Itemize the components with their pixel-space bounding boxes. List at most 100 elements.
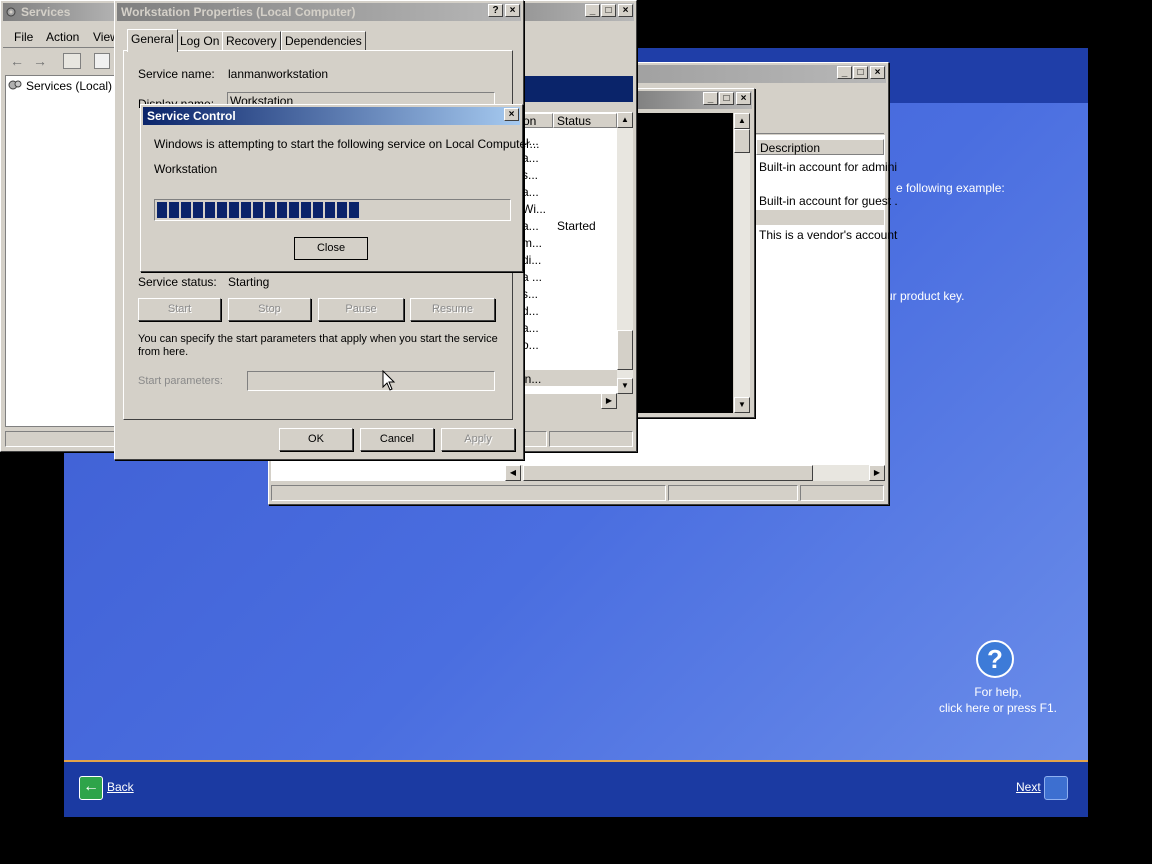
description-header[interactable]: Description — [756, 139, 884, 155]
back-button[interactable]: Back — [107, 780, 134, 794]
minimize-icon[interactable]: _ — [837, 66, 852, 79]
console-tree — [5, 75, 117, 427]
close-button[interactable]: Close — [294, 237, 368, 260]
start-parameters-input[interactable] — [247, 371, 495, 391]
setup-instruction-text: e following example: — [896, 181, 1005, 195]
list-item[interactable]: a... — [522, 185, 539, 199]
scroll-right-icon[interactable]: ▶ — [601, 393, 617, 409]
service-name-value: lanmanworkstation — [228, 67, 329, 81]
column-header-status-label: Status — [557, 114, 592, 128]
list-item[interactable]: Wi... — [522, 202, 546, 216]
close-icon[interactable]: × — [870, 66, 885, 79]
tab-recovery[interactable]: Recovery — [222, 31, 281, 51]
minimize-icon[interactable]: _ — [703, 92, 718, 105]
start-button[interactable]: Start — [138, 298, 221, 321]
properties-titlebar: Workstation Properties (Local Computer) — [117, 3, 521, 21]
pause-button[interactable]: Pause — [318, 298, 404, 321]
list-item[interactable]: a... — [522, 321, 539, 335]
list-item[interactable]: m... — [522, 236, 542, 250]
forward-nav-icon[interactable]: → — [33, 53, 47, 69]
progress-segment — [253, 202, 263, 218]
progress-bar — [154, 199, 511, 221]
horizontal-scrollbar[interactable]: ◀ ▶ — [505, 465, 885, 481]
console-scrollbar[interactable]: ▲ ▼ — [734, 113, 750, 413]
back-nav-icon[interactable]: ← — [10, 53, 24, 69]
services-title: Services — [21, 5, 71, 19]
column-header-status[interactable]: Status — [553, 113, 617, 128]
list-item[interactable]: d... — [522, 304, 539, 318]
service-name-label: Service name: — [138, 67, 215, 81]
progress-segment — [241, 202, 251, 218]
next-arrow-icon[interactable] — [1044, 776, 1068, 800]
list-item[interactable]: di... — [522, 253, 541, 267]
services-window: Services File Action View ← → Services (… — [0, 0, 132, 452]
list-item[interactable]: a... — [522, 219, 539, 233]
scroll-down-icon[interactable]: ▼ — [734, 397, 750, 413]
start-parameters-label: Start parameters: — [138, 375, 223, 387]
scroll-up-icon[interactable]: ▲ — [617, 112, 633, 128]
resume-button[interactable]: Resume — [410, 298, 495, 321]
toolbar-strip — [755, 109, 884, 134]
minimize-icon[interactable]: _ — [585, 4, 600, 17]
scroll-thumb[interactable] — [617, 330, 633, 370]
tab-dependencies[interactable]: Dependencies — [281, 31, 366, 51]
next-button[interactable]: Next — [1016, 780, 1041, 794]
properties-icon[interactable] — [94, 53, 110, 69]
help-icon[interactable]: ? — [488, 4, 503, 17]
service-control-title: Service Control — [147, 109, 236, 123]
progress-segment — [301, 202, 311, 218]
console-window: _ □ × ▲ ▼ — [632, 88, 755, 418]
list-item[interactable]: a ... — [522, 270, 542, 284]
account-description: Built-in account for guest . — [759, 194, 898, 208]
list-item[interactable]: a... — [522, 151, 539, 165]
properties-title: Workstation Properties (Local Computer) — [121, 5, 356, 19]
list-item[interactable]: s... — [522, 287, 538, 301]
maximize-icon[interactable]: □ — [601, 4, 616, 17]
scroll-left-icon[interactable]: ◀ — [505, 465, 521, 481]
cancel-button[interactable]: Cancel — [360, 428, 434, 451]
list-item[interactable]: o... — [522, 338, 539, 352]
close-icon[interactable]: × — [736, 92, 751, 105]
maximize-icon[interactable]: □ — [719, 92, 734, 105]
help-icon[interactable]: ? — [976, 640, 1014, 678]
menu-file[interactable]: File — [14, 30, 33, 44]
scroll-thumb[interactable] — [523, 465, 813, 481]
service-status-label: Service status: — [138, 275, 217, 289]
progress-segment — [289, 202, 299, 218]
ok-button[interactable]: OK — [279, 428, 353, 451]
show-hide-tree-icon[interactable] — [63, 53, 81, 69]
list-item[interactable]: s... — [522, 168, 538, 182]
menu-action[interactable]: Action — [46, 30, 79, 44]
progress-segment — [313, 202, 323, 218]
back-arrow-icon[interactable]: ← — [79, 776, 103, 800]
close-icon[interactable]: × — [505, 4, 520, 17]
scroll-right-icon[interactable]: ▶ — [869, 465, 885, 481]
apply-button[interactable]: Apply — [441, 428, 515, 451]
status-bar-pane — [549, 431, 633, 447]
mouse-pointer-icon — [382, 369, 396, 392]
tab-general[interactable]: General — [127, 29, 178, 52]
scroll-down-icon[interactable]: ▼ — [617, 378, 633, 394]
list-item[interactable]: in... — [522, 372, 541, 386]
status-bar-pane — [668, 485, 798, 501]
stop-button[interactable]: Stop — [228, 298, 311, 321]
column-header-name[interactable]: on — [521, 113, 553, 128]
maximize-icon[interactable]: □ — [853, 66, 868, 79]
help-line-2: click here or press F1. — [938, 701, 1058, 715]
services-list-scrollbar[interactable]: ▲ ▼ — [617, 112, 633, 394]
service-control-titlebar: Service Control — [143, 107, 520, 125]
gear-icon — [8, 79, 22, 91]
scroll-up-icon[interactable]: ▲ — [734, 113, 750, 129]
description-header-label: Description — [760, 141, 821, 155]
close-icon[interactable]: × — [504, 108, 519, 121]
help-text[interactable]: For help, click here or press F1. — [900, 684, 1096, 716]
status-bar-pane — [521, 431, 547, 447]
status-bar-pane — [5, 431, 117, 447]
tree-item-services-local[interactable]: Services (Local) — [26, 79, 112, 93]
tab-log-on[interactable]: Log On — [176, 31, 224, 51]
scroll-thumb[interactable] — [734, 129, 750, 153]
close-icon[interactable]: × — [618, 4, 633, 17]
progress-segment — [169, 202, 179, 218]
progress-segment — [337, 202, 347, 218]
service-status-value: Starting — [228, 275, 270, 289]
